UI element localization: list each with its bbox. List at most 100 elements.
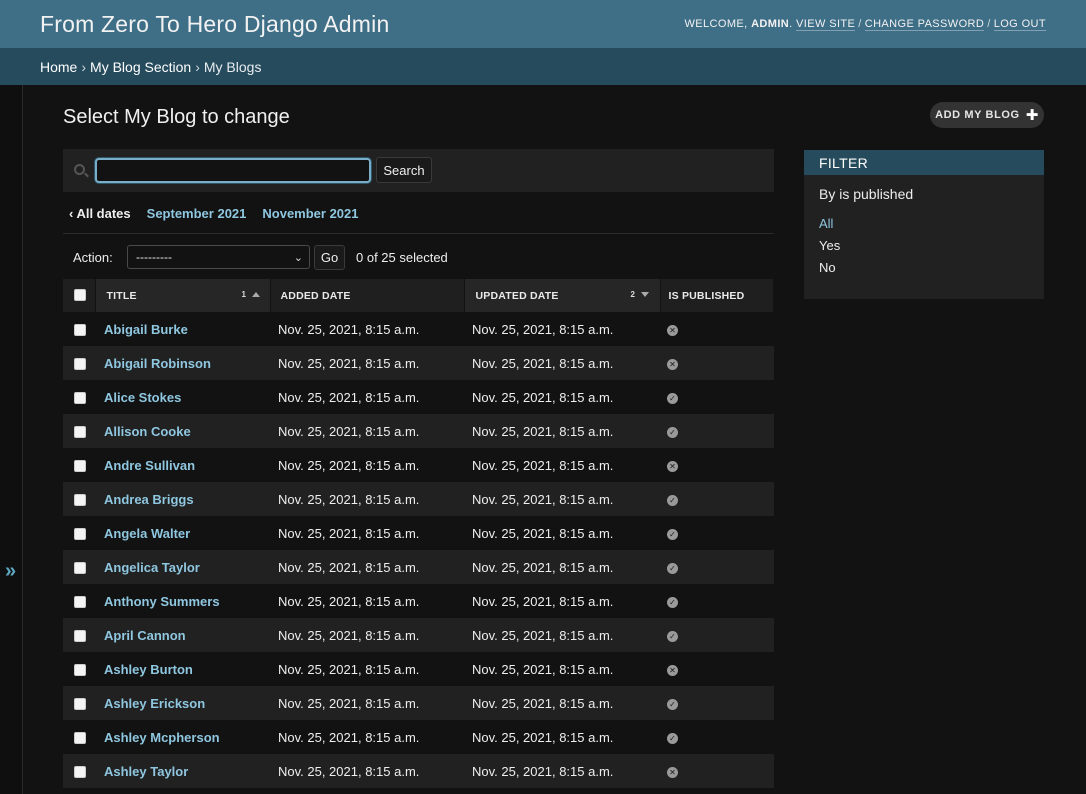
add-my-blog-button[interactable]: Add My Blog ✚ (930, 102, 1044, 128)
breadcrumb-home[interactable]: Home (40, 59, 77, 75)
updated-date-cell: Nov. 25, 2021, 8:15 a.m. (472, 593, 614, 609)
row-checkbox-cell (63, 686, 95, 720)
table-row: Abigail Robinson Nov. 25, 2021, 8:15 a.m.… (63, 346, 774, 380)
filter-option-yes[interactable]: Yes (819, 235, 1044, 257)
plus-icon: ✚ (1025, 107, 1039, 124)
title-cell: Angelica Taylor (95, 550, 270, 584)
all-dates-link[interactable]: ‹ All dates (69, 206, 131, 221)
filter-option-no[interactable]: No (819, 257, 1044, 279)
blog-title-link[interactable]: Allison Cooke (95, 424, 191, 439)
title-cell: Andre Sullivan (95, 448, 270, 482)
double-chevron-right-icon[interactable]: » (5, 560, 16, 583)
row-checkbox-cell (63, 482, 95, 516)
blog-title-link[interactable]: Ashley Erickson (95, 696, 205, 711)
view-site-link[interactable]: View site (796, 18, 856, 31)
title-cell: Ashley Erickson (95, 686, 270, 720)
check-circle-icon: ✓ (667, 392, 678, 404)
row-checkbox-cell (63, 448, 95, 482)
row-checkbox-cell (63, 618, 95, 652)
title-cell: Alice Stokes (95, 380, 270, 414)
table-row: Andre Sullivan Nov. 25, 2021, 8:15 a.m. No… (63, 448, 774, 482)
check-circle-icon: ✓ (667, 596, 678, 608)
title-cell: Abigail Burke (95, 312, 270, 346)
row-checkbox[interactable] (74, 698, 86, 711)
x-circle-icon: ✕ (667, 766, 678, 778)
column-added-date-header[interactable]: Added date (270, 279, 465, 312)
filter-option-all[interactable]: All (819, 213, 1044, 235)
title-cell: Andrea Briggs (95, 482, 270, 516)
row-checkbox[interactable] (74, 324, 86, 337)
row-checkbox[interactable] (74, 732, 86, 745)
action-select[interactable]: --------- ⌄ (127, 245, 310, 269)
table-row: Ashley Mcpherson Nov. 25, 2021, 8:15 a.m.… (63, 720, 774, 754)
row-checkbox[interactable] (74, 766, 86, 779)
filter-title: By is published (819, 186, 914, 202)
is-published-cell: ✕ (660, 346, 774, 380)
column-is-published-label: Is published (668, 290, 745, 302)
table-row: Alice Stokes Nov. 25, 2021, 8:15 a.m. Nov.… (63, 380, 774, 414)
date-link-november-2021[interactable]: November 2021 (262, 206, 358, 221)
row-checkbox[interactable] (74, 494, 86, 507)
row-checkbox-cell (63, 414, 95, 448)
breadcrumb-current: My Blogs (203, 58, 262, 75)
date-link-september-2021[interactable]: September 2021 (147, 206, 247, 221)
blog-title-link[interactable]: Angelica Taylor (95, 560, 200, 575)
check-circle-icon: ✓ (667, 630, 678, 642)
row-checkbox[interactable] (74, 392, 86, 405)
filter-panel: Filter By is published All Yes No (804, 150, 1044, 299)
updated-date-cell: Nov. 25, 2021, 8:15 a.m. (472, 661, 614, 677)
chevron-down-icon: ⌄ (293, 251, 303, 264)
row-checkbox[interactable] (74, 664, 86, 677)
blog-title-link[interactable]: Abigail Robinson (95, 356, 211, 371)
search-button[interactable]: Search (376, 157, 432, 183)
search-input[interactable] (95, 158, 371, 183)
row-checkbox[interactable] (74, 528, 86, 541)
row-checkbox[interactable] (74, 630, 86, 643)
log-out-link[interactable]: Log out (993, 18, 1046, 31)
column-updated-date-header[interactable]: Updated date 2 (464, 279, 661, 312)
blog-title-link[interactable]: Abigail Burke (95, 322, 188, 337)
table-row: Anthony Summers Nov. 25, 2021, 8:15 a.m. N… (63, 584, 774, 618)
title-cell: Angela Walter (95, 516, 270, 550)
sort-descending-icon (641, 292, 650, 297)
row-checkbox[interactable] (74, 460, 86, 473)
select-all-checkbox[interactable] (74, 289, 86, 301)
breadcrumb-separator: › (195, 58, 200, 75)
blog-title-link[interactable]: Ashley Mcpherson (95, 730, 220, 745)
is-published-cell: ✓ (660, 720, 774, 754)
blog-title-link[interactable]: Andrea Briggs (95, 492, 194, 507)
sort-indicator[interactable]: 2 (631, 290, 650, 299)
breadcrumb-app[interactable]: My Blog Section (90, 59, 191, 75)
added-date-cell: Nov. 25, 2021, 8:15 a.m. (278, 661, 420, 677)
added-date-cell: Nov. 25, 2021, 8:15 a.m. (278, 695, 420, 711)
blog-title-link[interactable]: Ashley Burton (95, 662, 193, 677)
updated-date-cell: Nov. 25, 2021, 8:15 a.m. (472, 763, 614, 779)
sort-indicator[interactable]: 1 (242, 290, 261, 299)
updated-date-cell: Nov. 25, 2021, 8:15 a.m. (472, 355, 614, 371)
site-brand[interactable]: From Zero To Hero Django Admin (40, 11, 389, 38)
change-password-link[interactable]: Change password (864, 18, 985, 31)
updated-date-cell: Nov. 25, 2021, 8:15 a.m. (472, 321, 614, 337)
blog-title-link[interactable]: Andre Sullivan (95, 458, 195, 473)
column-title-header[interactable]: Title 1 (95, 279, 271, 312)
selection-counter: 0 of 25 selected (356, 249, 448, 265)
add-button-label: Add My Blog (935, 109, 1020, 121)
go-button[interactable]: Go (314, 244, 345, 270)
row-checkbox[interactable] (74, 358, 86, 371)
row-checkbox[interactable] (74, 562, 86, 575)
row-checkbox-cell (63, 652, 95, 686)
separator: / (987, 18, 991, 30)
row-checkbox[interactable] (74, 596, 86, 609)
blog-title-link[interactable]: Anthony Summers (95, 594, 220, 609)
blog-title-link[interactable]: Alice Stokes (95, 390, 181, 405)
updated-date-cell: Nov. 25, 2021, 8:15 a.m. (472, 695, 614, 711)
blog-title-link[interactable]: Angela Walter (95, 526, 190, 541)
blog-title-link[interactable]: April Cannon (95, 628, 186, 643)
check-circle-icon: ✓ (667, 732, 678, 744)
blog-title-link[interactable]: Ashley Taylor (95, 764, 188, 779)
breadcrumb-separator: › (81, 58, 87, 75)
table-row: Allison Cooke Nov. 25, 2021, 8:15 a.m. Nov… (63, 414, 774, 448)
row-checkbox[interactable] (74, 426, 86, 439)
row-checkbox-cell (63, 346, 95, 380)
column-is-published-header[interactable]: Is published (660, 279, 774, 312)
